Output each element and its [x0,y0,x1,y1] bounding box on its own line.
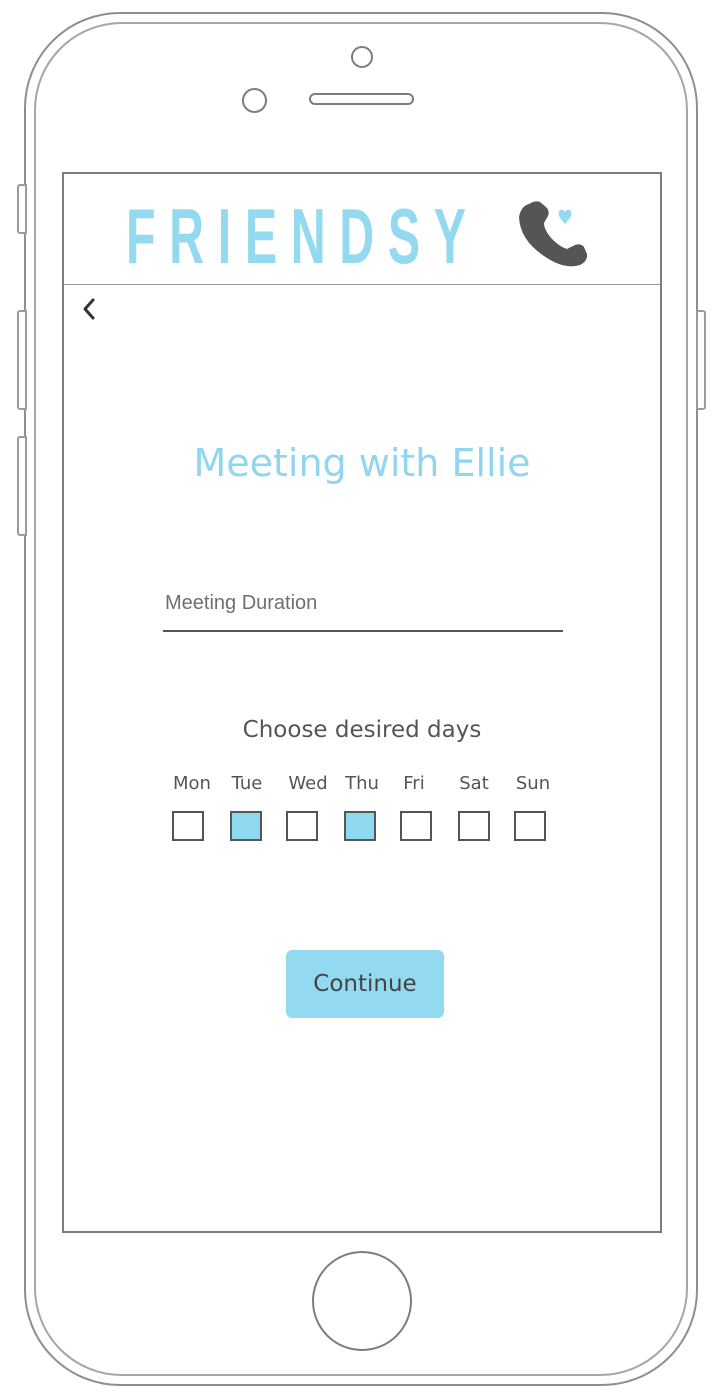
day-checkbox-sun[interactable] [514,811,546,841]
chevron-left-icon [83,298,95,320]
earpiece-speaker [309,93,414,105]
home-button[interactable] [312,1251,412,1351]
day-label-thu: Thu [345,773,379,794]
brand-wordmark: FRIENDSY [126,192,480,280]
continue-button[interactable]: Continue [286,950,444,1018]
app-header: FRIENDSY [64,174,660,285]
day-checkbox-mon[interactable] [172,811,204,841]
day-label-fri: Fri [403,773,425,794]
volume-down-button [17,436,27,536]
day-label-sun: Sun [515,773,551,794]
volume-up-button [17,310,27,410]
phone-heart-icon [519,201,588,267]
day-checkbox-fri[interactable] [400,811,432,841]
power-button [696,310,706,410]
front-camera [351,46,373,68]
day-checkbox-thu[interactable] [344,811,376,841]
meeting-duration-input[interactable] [163,584,563,632]
days-heading: Choose desired days [242,717,482,743]
proximity-sensor [242,88,267,113]
back-button[interactable] [74,292,104,326]
app-screen: FRIENDSY Meeting with Ellie Choose desir… [62,172,662,1233]
day-label-tue: Tue [231,773,263,794]
day-label-mon: Mon [173,773,211,794]
day-checkbox-tue[interactable] [230,811,262,841]
page-title: Meeting with Ellie [193,441,531,485]
day-label-sat: Sat [459,773,489,794]
day-checkbox-wed[interactable] [286,811,318,841]
mute-switch [17,184,27,234]
day-checkbox-sat[interactable] [458,811,490,841]
day-label-wed: Wed [288,773,328,794]
